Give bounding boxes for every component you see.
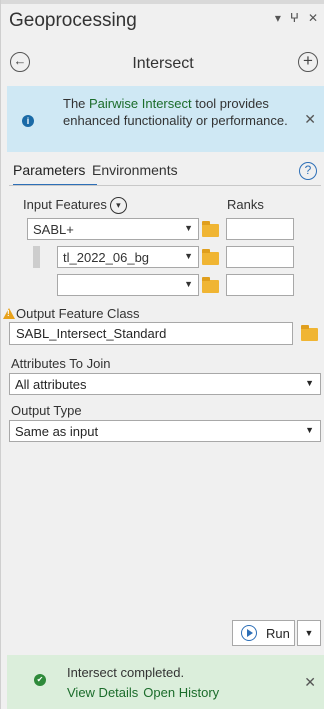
dropdown-arrow-icon: ▼ [184,279,193,289]
attributes-to-join-label: Attributes To Join [11,356,111,371]
folder-icon[interactable] [202,277,219,293]
add-plus-icon[interactable]: + [298,52,318,72]
help-icon[interactable]: ? [299,162,317,180]
success-message: Intersect completed. [67,665,185,680]
success-banner: ✔ Intersect completed. View Details Open … [7,655,324,709]
dropdown-arrow-icon: ▼ [184,251,193,261]
input-feature-value-2: tl_2022_06_bg [63,250,150,265]
info-close-icon[interactable]: ✕ [304,111,316,128]
pane-title: Geoprocessing [9,10,137,31]
pin-icon[interactable]: ⵖ [290,11,299,25]
rank-input-1[interactable] [226,218,294,240]
rank-input-3[interactable] [226,274,294,296]
tool-title: Intersect [132,55,194,72]
run-button[interactable]: Run [232,620,295,646]
dropdown-arrow-icon: ▼ [305,425,314,435]
pane-controls: ▾ ⵖ ✕ [275,11,318,25]
attributes-to-join-select[interactable]: All attributes ▼ [9,373,321,395]
run-button-label: Run [266,626,290,641]
dropdown-arrow-icon: ▼ [305,378,314,388]
output-type-value: Same as input [15,424,99,439]
view-details-link[interactable]: View Details [67,685,138,700]
open-history-link[interactable]: Open History [143,685,219,700]
drag-handle[interactable] [33,246,40,268]
info-banner: i The Pairwise Intersect tool provides e… [7,86,324,152]
tab-parameters[interactable]: Parameters [13,162,85,178]
input-feature-combo-1[interactable]: SABL+ ▼ [27,218,199,240]
play-icon [241,625,257,641]
pairwise-intersect-link[interactable]: Pairwise Intersect [89,96,192,111]
output-type-select[interactable]: Same as input ▼ [9,420,321,442]
info-icon: i [22,115,34,127]
input-features-text: Input Features [23,197,107,212]
checkmark-icon: ✔ [34,674,46,686]
folder-icon[interactable] [301,325,318,341]
folder-icon[interactable] [202,221,219,237]
rank-input-2[interactable] [226,246,294,268]
input-feature-combo-2[interactable]: tl_2022_06_bg ▼ [57,246,199,268]
info-text-before: The [63,96,90,111]
chevron-down-circle-icon[interactable]: ▾ [109,197,127,215]
success-close-icon[interactable]: ✕ [304,674,316,691]
output-type-label: Output Type [11,403,82,418]
info-message: The Pairwise Intersect tool provides enh… [63,96,293,129]
dropdown-arrow-icon: ▼ [184,223,193,233]
top-border [1,0,324,4]
run-dropdown-button[interactable]: ▼ [297,620,321,646]
tab-environments[interactable]: Environments [92,162,178,178]
output-feature-class-field[interactable]: SABL_Intersect_Standard [9,322,293,345]
tab-divider [9,185,321,186]
output-feature-class-label: Output Feature Class [16,306,140,321]
folder-icon[interactable] [202,249,219,265]
pane-menu-icon[interactable]: ▾ [275,11,281,25]
attributes-to-join-value: All attributes [15,377,87,392]
geoprocessing-pane: Geoprocessing ▾ ⵖ ✕ ← Intersect + i The … [0,0,324,709]
input-feature-value-1: SABL+ [33,222,74,237]
close-icon[interactable]: ✕ [308,11,318,25]
output-feature-class-value: SABL_Intersect_Standard [16,326,167,341]
input-features-label: Input Features ▾ [23,197,127,215]
success-links: View Details Open History [67,685,224,700]
input-feature-combo-3[interactable]: ▼ [57,274,199,296]
ranks-label: Ranks [227,197,264,212]
warning-icon [3,308,15,319]
